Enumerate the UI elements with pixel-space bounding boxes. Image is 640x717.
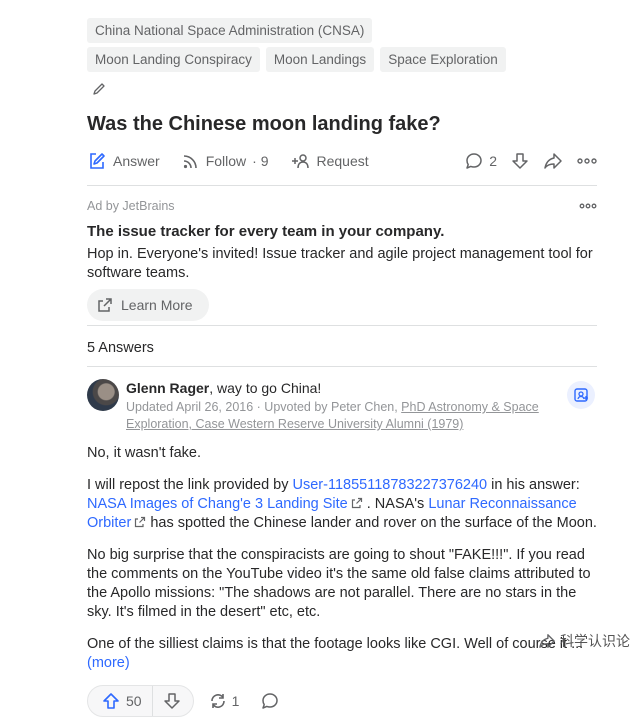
question-title[interactable]: Was the Chinese moon landing fake? <box>87 111 597 137</box>
answer-meta: Updated April 26, 2016 · Upvoted by Pete… <box>126 399 546 433</box>
share-question-button[interactable] <box>543 152 563 170</box>
nasa-images-link[interactable]: NASA Images of Chang'e 3 Landing Site <box>87 496 363 512</box>
topic-chip[interactable]: Moon Landings <box>265 47 375 72</box>
follow-author-button[interactable] <box>567 381 595 409</box>
ad-sponsor[interactable]: Ad by JetBrains <box>87 199 175 213</box>
answer-action-bar: 50 1 <box>87 685 597 717</box>
answer-card: Glenn Rager, way to go China! Updated Ap… <box>87 367 597 717</box>
request-answer-button[interactable]: Request <box>291 152 369 170</box>
request-label: Request <box>316 153 369 169</box>
link-text: NASA Images of Chang'e 3 Landing Site <box>87 496 348 512</box>
answer-text: One of the silliest claims is that the f… <box>87 636 584 652</box>
answer-paragraph: No, it wasn't fake. <box>87 445 201 461</box>
reshare-count: 1 <box>231 693 240 709</box>
comments-button[interactable]: 2 <box>465 152 497 170</box>
downvote-arrow-icon <box>512 153 528 169</box>
topic-list: China National Space Administration (CNS… <box>87 18 527 101</box>
downvote-button[interactable] <box>153 686 193 716</box>
request-person-plus-icon <box>291 152 311 170</box>
ad-body: Hop in. Everyone's invited! Issue tracke… <box>87 246 593 281</box>
reshare-cycle-icon <box>210 694 225 708</box>
link-text: Lunar Reconnaissance <box>428 496 577 512</box>
vote-group: 50 <box>87 685 194 717</box>
follow-count: · 9 <box>252 153 269 169</box>
learn-more-label: Learn More <box>121 297 193 313</box>
external-link-icon <box>97 297 113 313</box>
more-dots-icon <box>577 158 597 164</box>
answer-comments-button[interactable] <box>261 692 279 710</box>
ad-more-button[interactable] <box>579 203 597 209</box>
answer-paragraph: One of the silliest claims is that the f… <box>87 635 597 673</box>
upvote-arrow-icon <box>103 693 119 709</box>
more-dots-icon <box>579 203 597 209</box>
answer-paragraph: No big surprise that the conspiracists a… <box>87 547 591 620</box>
author-name[interactable]: Glenn Rager <box>126 380 209 396</box>
watermark: 科学认识论 <box>538 631 630 651</box>
edit-topics-button[interactable] <box>87 76 111 101</box>
upvote-count: 50 <box>126 693 142 709</box>
answer-header: Glenn Rager, way to go China! Updated Ap… <box>87 379 597 433</box>
question-action-bar: Answer Follow · 9 Request 2 <box>87 143 597 179</box>
link-text: Orbiter <box>87 515 132 531</box>
question-secondary-actions: 2 <box>465 152 597 170</box>
reshare-button[interactable]: 1 <box>208 692 240 710</box>
read-more-link[interactable]: (more) <box>87 655 130 671</box>
downvote-arrow-icon <box>163 693 180 709</box>
comment-count: 2 <box>489 153 497 169</box>
answer-text: I will repost the link provided by <box>87 477 293 493</box>
user-link[interactable]: User-11855118783227376240 <box>293 477 488 493</box>
topic-chip[interactable]: China National Space Administration (CNS… <box>87 18 373 43</box>
ad-block: Ad by JetBrains The issue tracker for ev… <box>87 186 597 321</box>
external-link-icon <box>351 497 362 509</box>
answer-text: in his answer: <box>487 477 580 493</box>
external-link-icon <box>135 516 146 528</box>
ad-title[interactable]: The issue tracker for every team in your… <box>87 222 597 242</box>
topic-chip[interactable]: Moon Landing Conspiracy <box>87 47 260 72</box>
divider <box>87 325 597 326</box>
follow-author-icon <box>574 388 588 402</box>
answer-pencil-square-icon <box>87 151 107 171</box>
downvote-question-button[interactable] <box>511 152 529 170</box>
follow-wifi-icon <box>182 152 200 170</box>
answer-text: . NASA's <box>362 496 429 512</box>
follow-label: Follow <box>205 153 247 169</box>
topic-chip[interactable]: Space Exploration <box>380 47 506 72</box>
watermark-text: 科学认识论 <box>560 634 630 650</box>
share-arrow-icon <box>539 634 555 648</box>
answer-date-upvoter[interactable]: Updated April 26, 2016 · Upvoted by Pete… <box>126 400 401 414</box>
question-page: China National Space Administration (CNS… <box>87 18 597 717</box>
author-tagline: , way to go China! <box>209 380 322 396</box>
avatar[interactable] <box>87 379 119 411</box>
upvote-button[interactable]: 50 <box>88 686 153 716</box>
comment-bubble-icon <box>262 693 279 709</box>
answers-count: 5 Answers <box>87 340 154 356</box>
comment-bubble-icon <box>466 153 482 169</box>
learn-more-button[interactable]: Learn More <box>87 289 209 321</box>
question-more-button[interactable] <box>577 158 597 164</box>
answer-text: has spotted the Chinese lander and rover… <box>146 515 597 531</box>
answer-paragraph: I will repost the link provided by User-… <box>87 476 597 533</box>
pencil-icon <box>93 82 105 95</box>
answer-label: Answer <box>113 153 160 169</box>
follow-question-button[interactable]: Follow · 9 <box>182 152 269 170</box>
share-arrow-icon <box>544 153 562 169</box>
answer-button[interactable]: Answer <box>87 151 160 171</box>
